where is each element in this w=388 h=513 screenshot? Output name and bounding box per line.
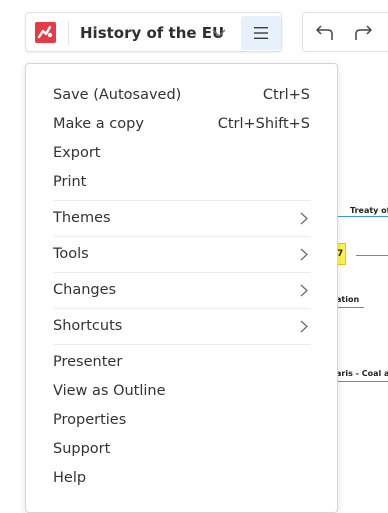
menu-item-themes[interactable]: Themes <box>53 205 310 231</box>
connector-line <box>338 307 364 308</box>
menu-item-label: Print <box>53 174 87 190</box>
chevron-right-icon <box>300 320 308 333</box>
menu-divider <box>53 272 310 273</box>
menu-divider <box>53 344 310 345</box>
menu-item-label: Make a copy <box>53 116 144 132</box>
main-menu-button[interactable] <box>241 16 281 50</box>
menu-item-support[interactable]: Support <box>53 436 310 462</box>
menu-divider <box>53 200 310 201</box>
document-title[interactable]: History of the EU <box>80 22 224 44</box>
menu-item-label: Properties <box>53 412 127 428</box>
menu-item-view-as-outline[interactable]: View as Outline <box>53 378 310 404</box>
hamburger-menu-icon <box>254 27 268 39</box>
menu-divider <box>53 308 310 309</box>
app-logo-icon[interactable] <box>35 22 56 43</box>
menu-item-tools[interactable]: Tools <box>53 241 310 267</box>
redo-arrow-icon[interactable] <box>352 22 376 44</box>
mindmap-node-ation[interactable]: ation <box>336 295 359 304</box>
menu-item-changes[interactable]: Changes <box>53 277 310 303</box>
menu-item-shortcut: Ctrl+Shift+S <box>217 116 310 132</box>
chevron-right-icon <box>300 248 308 261</box>
connector-line <box>356 255 388 256</box>
mindmap-node-paris[interactable]: aris - Coal a <box>336 369 388 378</box>
mindmap-node-treaty[interactable]: Treaty of <box>350 206 388 215</box>
chevron-down-icon[interactable] <box>211 26 227 40</box>
menu-item-print[interactable]: Print <box>53 169 310 195</box>
menu-item-export[interactable]: Export <box>53 140 310 166</box>
undo-arrow-icon[interactable] <box>312 22 336 44</box>
menu-item-properties[interactable]: Properties <box>53 407 310 433</box>
chevron-right-icon <box>300 212 308 225</box>
undo-redo-group <box>302 12 388 52</box>
menu-item-make-copy[interactable]: Make a copy Ctrl+Shift+S <box>53 111 310 137</box>
menu-item-save[interactable]: Save (Autosaved) Ctrl+S <box>53 82 310 108</box>
menu-item-label: Help <box>53 470 87 486</box>
menu-item-label: Presenter <box>53 354 123 370</box>
menu-item-presenter[interactable]: Presenter <box>53 349 310 375</box>
menu-item-label: Support <box>53 441 111 457</box>
menu-item-label: Themes <box>53 210 111 226</box>
menu-item-label: Shortcuts <box>53 318 123 334</box>
menu-item-label: Export <box>53 145 101 161</box>
menu-item-label: Save (Autosaved) <box>53 87 182 103</box>
connector-line <box>338 381 388 382</box>
menu-item-shortcuts[interactable]: Shortcuts <box>53 313 310 339</box>
menu-item-label: View as Outline <box>53 383 166 399</box>
menu-divider <box>53 236 310 237</box>
menu-item-shortcut: Ctrl+S <box>262 87 310 103</box>
title-bar: History of the EU <box>25 12 282 52</box>
menu-item-label: Tools <box>53 246 89 262</box>
main-menu-dropdown: Save (Autosaved) Ctrl+S Make a copy Ctrl… <box>25 63 338 513</box>
connector-line <box>338 216 388 217</box>
title-separator <box>68 21 69 45</box>
menu-item-label: Changes <box>53 282 117 298</box>
chevron-right-icon <box>300 284 308 297</box>
menu-item-help[interactable]: Help <box>53 465 310 491</box>
